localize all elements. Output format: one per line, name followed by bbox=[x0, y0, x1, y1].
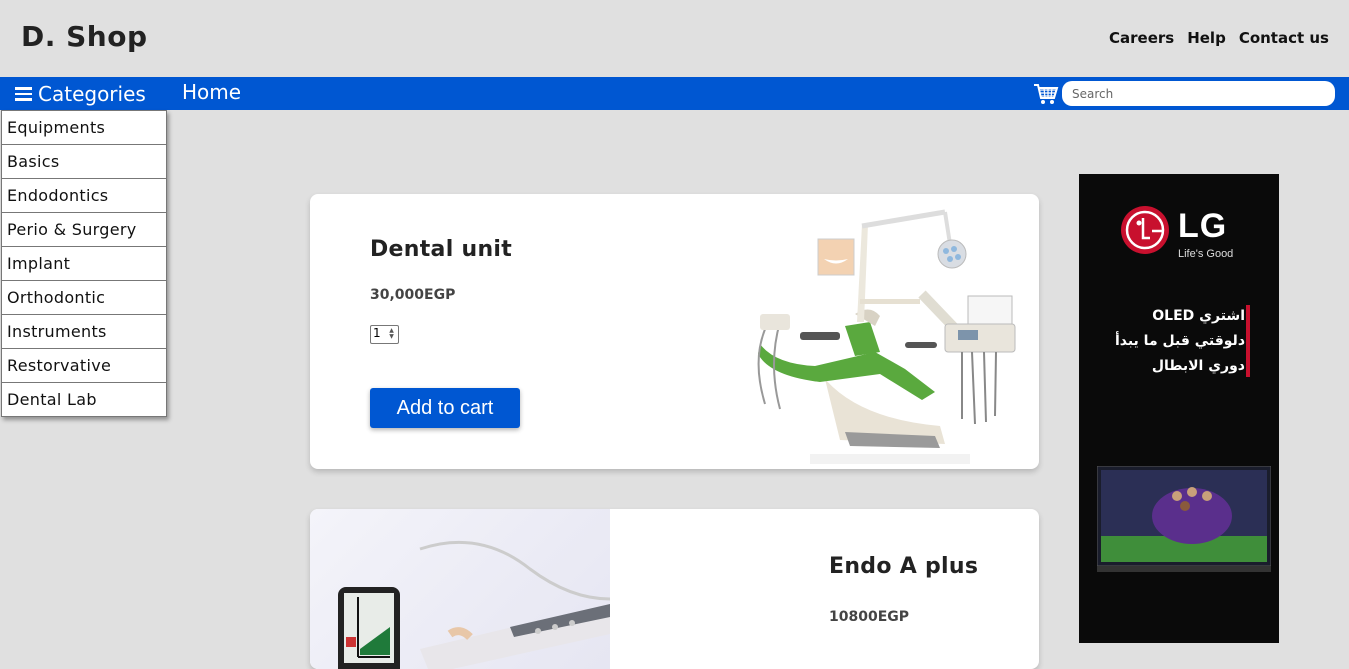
ad-tagline: Life's Good bbox=[1178, 248, 1234, 260]
category-sidebar: Equipments Basics Endodontics Perio & Su… bbox=[1, 110, 167, 417]
quantity-value: 1 bbox=[373, 326, 381, 340]
lg-logo-icon bbox=[1121, 206, 1169, 254]
product-title: Dental unit bbox=[370, 237, 513, 262]
home-link[interactable]: Home bbox=[182, 80, 241, 104]
search-input[interactable] bbox=[1062, 81, 1335, 106]
ad-line: دوري الابطال bbox=[1151, 358, 1245, 374]
ad-copy: اشتري OLED دلوقتي قبل ما يبدأ دوري الابط… bbox=[1105, 304, 1245, 379]
top-links: Careers Help Contact us bbox=[1109, 29, 1329, 47]
ad-brand: LG bbox=[1178, 207, 1228, 245]
sidebar-item-orthodontic[interactable]: Orthodontic bbox=[1, 281, 167, 315]
sidebar-item-dental-lab[interactable]: Dental Lab bbox=[1, 383, 167, 417]
sidebar-item-implant[interactable]: Implant bbox=[1, 247, 167, 281]
sidebar-item-equipments[interactable]: Equipments bbox=[1, 110, 167, 145]
categories-label: Categories bbox=[38, 82, 146, 106]
ad-line: اشتري OLED bbox=[1152, 308, 1245, 324]
tv-image bbox=[1097, 466, 1271, 572]
product-title: Endo A plus bbox=[829, 554, 979, 579]
dental-unit-image bbox=[757, 209, 1016, 464]
product-card: Dental unit 30,000EGP 1 ▲ ▼ Add to cart bbox=[310, 194, 1039, 469]
quantity-stepper[interactable]: 1 ▲ ▼ bbox=[370, 325, 399, 344]
careers-link[interactable]: Careers bbox=[1109, 29, 1174, 47]
help-link[interactable]: Help bbox=[1187, 29, 1226, 47]
sidebar-item-perio-surgery[interactable]: Perio & Surgery bbox=[1, 213, 167, 247]
product-card: Endo A plus 10800EGP bbox=[310, 509, 1039, 669]
endo-device-image bbox=[310, 509, 611, 669]
sidebar-item-instruments[interactable]: Instruments bbox=[1, 315, 167, 349]
brand-logo[interactable]: D. Shop bbox=[21, 20, 148, 53]
lg-advertisement-banner[interactable]: LG Life's Good اشتري OLED دلوقتي قبل ما … bbox=[1079, 174, 1279, 643]
add-to-cart-button[interactable]: Add to cart bbox=[370, 388, 520, 428]
contact-us-link[interactable]: Contact us bbox=[1239, 29, 1329, 47]
site-header: D. Shop Careers Help Contact us bbox=[0, 0, 1349, 77]
endo-device-illustration bbox=[338, 540, 611, 669]
hamburger-icon bbox=[15, 87, 32, 101]
categories-menu-button[interactable]: Categories bbox=[15, 82, 146, 106]
stepper-arrows-icon[interactable]: ▲ ▼ bbox=[387, 328, 396, 341]
product-price: 30,000EGP bbox=[370, 287, 456, 303]
sidebar-item-endodontics[interactable]: Endodontics bbox=[1, 179, 167, 213]
ad-line: دلوقتي قبل ما يبدأ bbox=[1114, 333, 1245, 349]
sidebar-item-basics[interactable]: Basics bbox=[1, 145, 167, 179]
sidebar-item-restorvative[interactable]: Restorvative bbox=[1, 349, 167, 383]
product-price: 10800EGP bbox=[829, 609, 910, 625]
ad-accent-bar bbox=[1246, 305, 1250, 377]
shopping-cart-icon[interactable] bbox=[1033, 82, 1059, 106]
